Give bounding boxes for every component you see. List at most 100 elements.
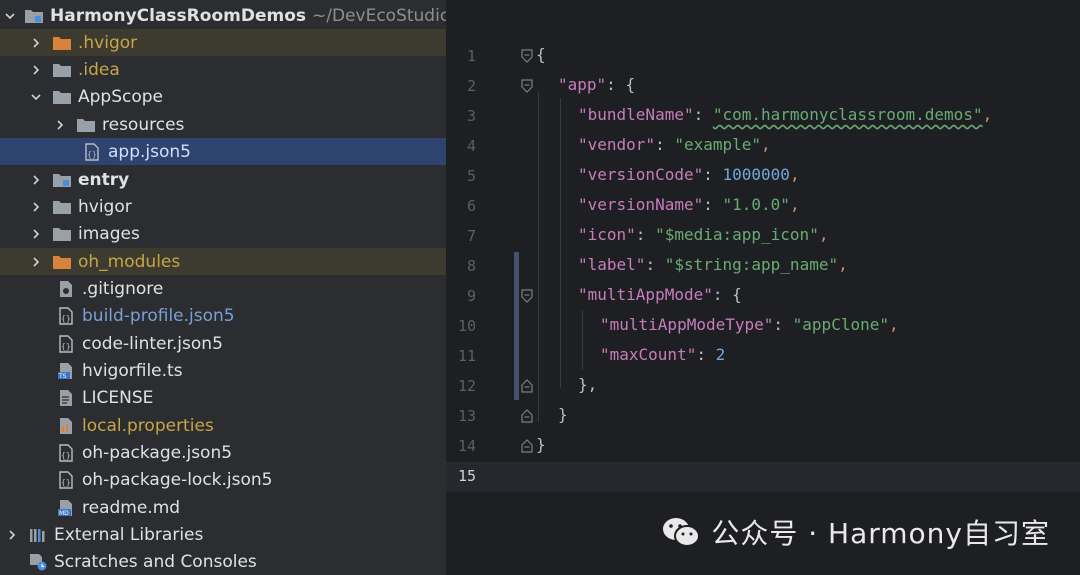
line-number: 14 <box>457 437 476 455</box>
tree-item-label: entry <box>78 169 130 190</box>
tree-item-label: hvigorfile.ts <box>82 360 183 381</box>
code-line-10[interactable]: "multiAppModeType": "appClone", <box>600 315 899 334</box>
wechat-watermark: 公众号 · Harmony自习室 <box>661 512 1050 552</box>
tree-item-label: oh-package-lock.json5 <box>82 469 273 490</box>
json-number: 1000000 <box>722 165 790 184</box>
code-line-13[interactable]: } <box>558 405 568 424</box>
tree-item-label: .hvigor <box>78 32 138 53</box>
code-token: , <box>888 315 899 334</box>
tree-item-appscope[interactable]: AppScope <box>0 83 446 110</box>
line-number: 1 <box>466 47 476 65</box>
json-string: "appClone" <box>792 315 889 334</box>
markdown-file-icon: MD <box>56 499 76 517</box>
chevron-right-icon[interactable] <box>28 256 44 268</box>
json-key: "bundleName" <box>578 105 694 124</box>
line-number: 10 <box>457 317 476 335</box>
line-number: 4 <box>466 137 476 155</box>
tree-item-local-properties[interactable]: local.properties <box>0 412 446 439</box>
code-line-14[interactable]: } <box>536 435 546 454</box>
chevron-right-icon[interactable] <box>28 228 44 240</box>
indent-guide <box>582 310 583 370</box>
json-string: "com.harmonyclassroom.demos" <box>712 105 983 124</box>
project-name: HarmonyClassRoomDemos <box>50 5 306 26</box>
fold-close-icon[interactable] <box>521 409 533 423</box>
tree-item-label: hvigor <box>78 196 132 217</box>
tree-item-app-json5[interactable]: {} app.json5 <box>0 138 446 165</box>
code-line-11[interactable]: "maxCount": 2 <box>600 345 725 364</box>
chevron-right-icon[interactable] <box>52 119 68 131</box>
tree-item-label: code-linter.json5 <box>82 333 223 354</box>
indent-guide <box>538 92 539 422</box>
code-token: : <box>773 315 793 334</box>
code-line-1[interactable]: { <box>536 45 546 64</box>
code-line-2[interactable]: "app": { <box>558 75 635 94</box>
indent-guide <box>560 98 561 388</box>
tree-item-license[interactable]: LICENSE <box>0 384 446 411</box>
code-line-7[interactable]: "icon": "$media:app_icon", <box>578 225 828 244</box>
code-line-8[interactable]: "label": "$string:app_name", <box>578 255 848 274</box>
code-line-4[interactable]: "vendor": "example", <box>578 135 771 154</box>
fold-open-icon[interactable] <box>521 79 533 93</box>
tree-item-resources[interactable]: resources <box>0 111 446 138</box>
json-string: "1.0.0" <box>722 195 790 214</box>
tree-item-label: AppScope <box>78 86 163 107</box>
code-token: } <box>536 435 546 454</box>
chevron-right-icon[interactable] <box>4 529 20 541</box>
code-line-6[interactable]: "versionName": "1.0.0", <box>578 195 800 214</box>
folder-icon <box>52 198 72 216</box>
fold-open-icon[interactable] <box>521 289 533 303</box>
json-string: "example" <box>674 135 762 154</box>
fold-close-icon[interactable] <box>521 439 533 453</box>
tree-item-label: oh_modules <box>78 251 181 272</box>
tree-item-hvigor[interactable]: hvigor <box>0 193 446 220</box>
code-token: { <box>625 75 636 94</box>
chevron-down-icon[interactable] <box>28 91 44 103</box>
code-token: : <box>696 345 716 364</box>
fold-close-icon[interactable] <box>521 379 533 393</box>
excluded-folder-icon <box>52 34 72 52</box>
tree-item-readme[interactable]: MD readme.md <box>0 494 446 521</box>
fold-open-icon[interactable] <box>521 49 533 63</box>
code-token: : <box>693 105 713 124</box>
code-line-9[interactable]: "multiAppMode": { <box>578 285 742 304</box>
code-line-5[interactable]: "versionCode": 1000000, <box>578 165 800 184</box>
chevron-right-icon[interactable] <box>28 201 44 213</box>
tree-item-hvigor-cache[interactable]: .hvigor <box>0 29 446 56</box>
code-token: : <box>703 165 723 184</box>
chevron-down-icon[interactable] <box>4 10 16 22</box>
tree-item-entry[interactable]: entry <box>0 166 446 193</box>
tree-root[interactable]: HarmonyClassRoomDemos ~/DevEcoStudioPro <box>0 2 446 29</box>
tree-item-gitignore[interactable]: .gitignore <box>0 275 446 302</box>
module-folder-icon <box>52 171 72 189</box>
chevron-right-icon[interactable] <box>28 37 44 49</box>
tree-item-scratches[interactable]: Scratches and Consoles <box>0 548 446 575</box>
tree-item-external-libraries[interactable]: External Libraries <box>0 521 446 548</box>
code-token: , <box>982 105 993 124</box>
code-line-3[interactable]: "bundleName": "com.harmonyclassroom.demo… <box>578 105 992 124</box>
chevron-right-icon[interactable] <box>28 174 44 186</box>
tree-item-oh-package[interactable]: {} oh-package.json5 <box>0 439 446 466</box>
line-number: 8 <box>466 257 476 275</box>
tree-item-code-linter[interactable]: {} code-linter.json5 <box>0 330 446 357</box>
folder-icon <box>52 225 72 243</box>
chevron-right-icon[interactable] <box>28 64 44 76</box>
line-number: 5 <box>466 167 476 185</box>
tree-item-oh-package-lock[interactable]: {} oh-package-lock.json5 <box>0 466 446 493</box>
code-token: , <box>761 135 771 154</box>
text-file-icon <box>56 389 76 407</box>
typescript-file-icon: TS <box>56 362 76 380</box>
code-token: : <box>606 75 626 94</box>
svg-text:{}: {} <box>87 150 97 159</box>
tree-item-oh-modules[interactable]: oh_modules <box>0 248 446 275</box>
code-token: { <box>536 45 546 64</box>
tree-item-build-profile[interactable]: {} build-profile.json5 <box>0 302 446 329</box>
tree-item-label: build-profile.json5 <box>82 305 235 326</box>
tree-item-label: .idea <box>78 59 120 80</box>
code-editor[interactable]: 1 2 3 4 5 6 7 8 9 10 11 12 13 14 15 { "a… <box>446 0 1080 575</box>
tree-item-images[interactable]: images <box>0 220 446 247</box>
code-token: : <box>712 285 733 304</box>
code-line-12[interactable]: }, <box>578 375 597 394</box>
tree-item-idea[interactable]: .idea <box>0 56 446 83</box>
tree-item-hvigorfile[interactable]: TS hvigorfile.ts <box>0 357 446 384</box>
vcs-change-marker[interactable] <box>514 252 519 400</box>
